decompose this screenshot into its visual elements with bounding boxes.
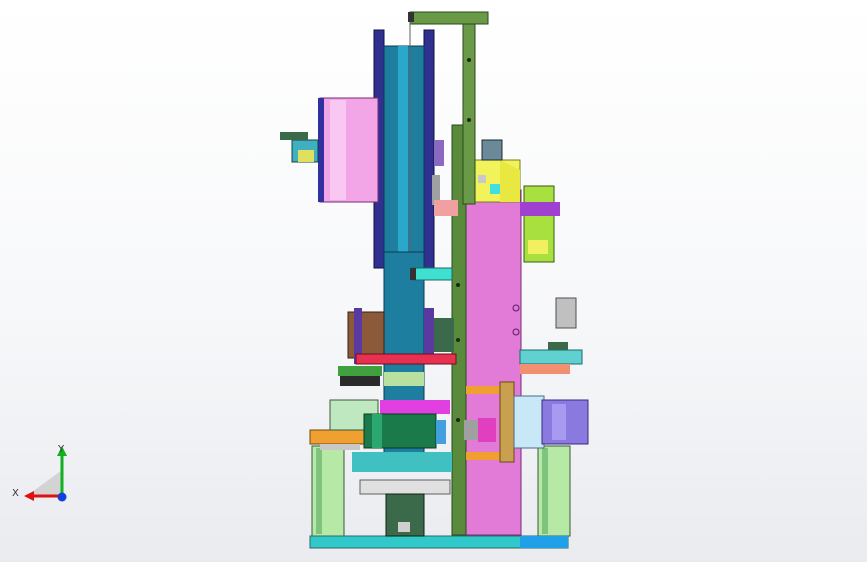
main-body [462,159,522,536]
x-axis-label: X [12,488,19,499]
machine-model [280,11,589,549]
cad-viewport[interactable]: Y X [0,0,867,562]
z-axis-shadow-icon [28,470,62,495]
axis-triad: Y X [12,444,67,502]
y-axis-label: Y [57,444,65,455]
reel-drum [373,22,444,270]
z-axis-dot-icon [57,492,67,502]
feed-spool [280,97,379,203]
